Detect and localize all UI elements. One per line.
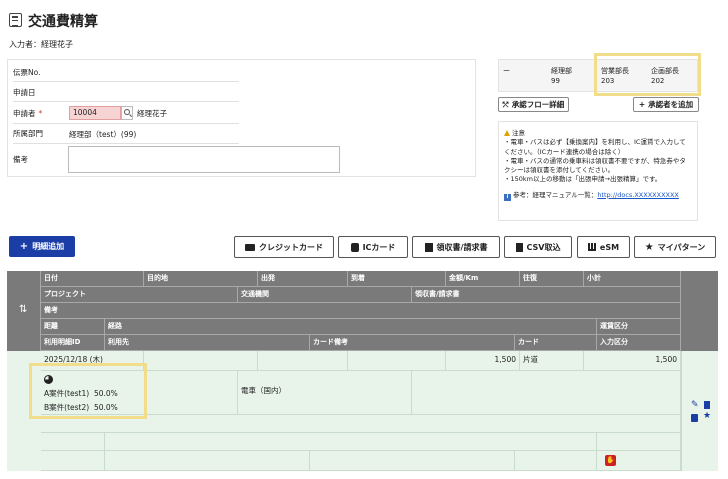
- form-panel: 伝票No. 申請日 申請者 * 10004 経理花子 所属部門 経理部（test）…: [7, 59, 476, 177]
- amount-cell: 1,500: [446, 351, 520, 371]
- applicant-row: 申請者 *: [13, 103, 42, 123]
- star-icon[interactable]: ★: [703, 411, 711, 421]
- receipt-button[interactable]: 領収書/請求書: [412, 236, 500, 258]
- add-approver-button[interactable]: + 承認者を追加: [633, 97, 699, 112]
- header-arrival: 到着: [348, 271, 446, 287]
- ic-card-button[interactable]: ICカード: [338, 236, 408, 258]
- usage-id-cell: [41, 451, 105, 471]
- search-button[interactable]: [121, 106, 133, 120]
- csv-import-button[interactable]: CSV取込: [504, 236, 572, 258]
- approver-cell: ー: [503, 67, 510, 75]
- highlight-annotation: [594, 53, 701, 96]
- notice-line: ・150km以上の移動は「出張申請→出張精算」です。: [504, 175, 662, 184]
- credit-card-icon: [245, 243, 255, 251]
- department-label: 所属部門: [13, 128, 43, 138]
- header-roundtrip: 往復: [520, 271, 584, 287]
- header-card-remarks: カード備考: [310, 335, 515, 351]
- header-receipt: 領収書/請求書: [412, 287, 681, 303]
- department-row: 所属部門: [13, 123, 43, 143]
- header-transport: 交通機関: [238, 287, 412, 303]
- warning-icon: [504, 130, 510, 136]
- star-icon: ★: [644, 241, 654, 253]
- header-remarks: 備考: [41, 303, 681, 319]
- remarks-label: 備考: [13, 154, 28, 164]
- subtotal-cell: 1,500: [584, 351, 681, 371]
- file-icon: [515, 242, 523, 252]
- page-title: 交通費精算: [28, 14, 98, 30]
- sort-icon: ⇅: [19, 304, 28, 315]
- my-pattern-button[interactable]: ★ マイパターン: [634, 236, 716, 258]
- header-route: 経路: [105, 319, 597, 335]
- notice-title: 注意: [512, 129, 525, 137]
- plus-icon: +: [19, 241, 29, 252]
- applicant-code-input[interactable]: 10004: [69, 106, 121, 120]
- destination-cell: [144, 351, 258, 371]
- reference-label: 参考：経理マニュアル一覧：: [513, 190, 598, 199]
- department-value: 経理部（test）(99): [69, 130, 137, 139]
- apply-date-row: 申請日: [13, 82, 36, 102]
- flow-icon: ⤱: [502, 99, 509, 109]
- card-remarks-cell: [310, 451, 515, 471]
- departure-cell: [258, 351, 348, 371]
- notice-line: ・電車・バスの通常の乗車料は領収書不要ですが、特急券やタ: [504, 156, 686, 165]
- add-detail-button[interactable]: + 明細追加: [9, 236, 75, 257]
- header-departure: 出発: [258, 271, 348, 287]
- remarks-row: 備考: [13, 149, 28, 169]
- row-action-column: ✎ ★: [681, 351, 718, 471]
- bar-chart-icon: [587, 243, 596, 251]
- roundtrip-cell: 片道: [520, 351, 584, 371]
- receipt-icon: [424, 242, 433, 252]
- highlight-annotation: [29, 363, 147, 419]
- transport-cell: 電車（国内）: [238, 371, 412, 415]
- applicant-label: 申請者: [13, 108, 36, 118]
- entrant-label: 入力者：経理花子: [9, 40, 73, 49]
- apply-date-label: 申請日: [13, 87, 36, 97]
- delete-icon[interactable]: [704, 401, 710, 409]
- expense-form-icon: [9, 13, 22, 27]
- usage-place-cell: [105, 451, 310, 471]
- arrival-cell: [348, 351, 446, 371]
- slip-no-row: 伝票No.: [13, 62, 40, 82]
- remarks-textarea[interactable]: [68, 146, 340, 173]
- header-input-type: 入力区分: [597, 335, 681, 351]
- header-amount: 金額/Km: [446, 271, 520, 287]
- header-subtotal: 小計: [584, 271, 681, 287]
- info-icon: i: [504, 193, 511, 201]
- copy-icon[interactable]: [691, 414, 698, 422]
- header-fare-type: 運賃区分: [597, 319, 681, 335]
- header-usage-id: 利用明細ID: [41, 335, 105, 351]
- receipt-cell: [412, 371, 681, 415]
- approval-flow-detail-button[interactable]: ⤱ 承認フロー詳細: [498, 97, 569, 112]
- header-project: プロジェクト: [41, 287, 238, 303]
- slip-no-label: 伝票No.: [13, 67, 41, 77]
- header-usage-place: 利用先: [105, 335, 310, 351]
- required-mark: *: [38, 108, 43, 118]
- header-date: 日付: [41, 271, 144, 287]
- card-cell: [515, 451, 597, 471]
- stop-icon[interactable]: ✋: [605, 455, 616, 466]
- train-icon: [350, 242, 359, 252]
- header-card: カード: [515, 335, 597, 351]
- credit-card-button[interactable]: クレジットカード: [234, 236, 334, 258]
- sort-column[interactable]: ⇅: [7, 271, 41, 351]
- fare-type-cell: [597, 433, 681, 451]
- notice-panel: 注意 ・電車・バスは必ず【乗換案内】を利用し、IC運賃で入力して ください。（I…: [498, 121, 698, 221]
- route-cell: [105, 433, 597, 451]
- edit-icon[interactable]: ✎: [691, 400, 699, 410]
- header-distance: 距離: [41, 319, 105, 335]
- manual-link[interactable]: http://docs.XXXXXXXXXX: [597, 191, 679, 199]
- notice-line: ・電車・バスは必ず【乗換案内】を利用し、IC運賃で入力して: [504, 138, 686, 147]
- esm-button[interactable]: eSM: [577, 236, 630, 258]
- applicant-name: 経理花子: [137, 109, 167, 118]
- input-type-cell: ✋: [597, 451, 681, 471]
- distance-cell: [41, 433, 105, 451]
- plus-icon: +: [638, 100, 646, 109]
- notice-line: ください。（ICカード連携の場合は除く）: [504, 147, 625, 156]
- approver-cell: 経理部 99: [551, 67, 572, 85]
- header-destination: 目的地: [144, 271, 258, 287]
